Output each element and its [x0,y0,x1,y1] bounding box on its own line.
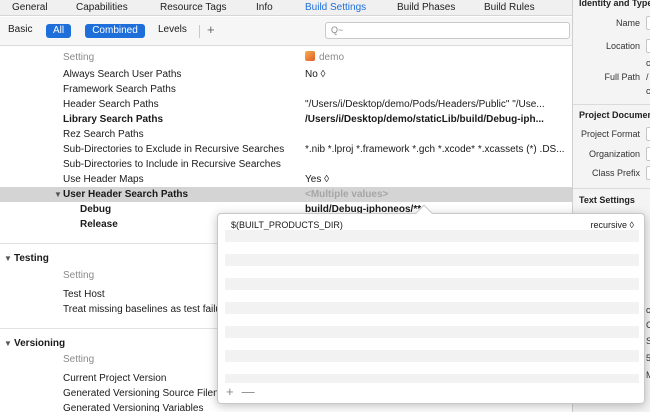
filter-bar: Basic All Combined Levels + Q~ [0,17,572,46]
setting-name: Rez Search Paths [63,129,144,140]
full-path-value: c [646,58,650,68]
disclosure-triangle-open-icon[interactable]: ▼ [4,250,12,267]
setting-value-popup[interactable]: No ◊ [305,67,565,82]
empty-row [225,266,639,278]
add-setting-button[interactable]: + [207,23,215,37]
text-settings-value: C [646,320,650,330]
empty-row [225,242,639,254]
setting-value[interactable]: "/Users/i/Desktop/demo/Pods/Headers/Publ… [305,97,565,112]
setting-row-user-header-search-paths[interactable]: ▼ User Header Search Paths <Multiple val… [0,187,572,202]
empty-row [225,302,639,314]
inspector-divider [573,188,650,189]
setting-row-rez-search-paths[interactable]: Rez Search Paths [0,127,572,142]
popover-footer: + — [226,385,263,399]
levels-view-button[interactable]: Levels [158,24,187,35]
setting-name: Framework Search Paths [63,84,176,95]
inspector-divider [573,104,650,105]
identity-section-title: Identity and Type [579,0,650,8]
section-title: Testing [14,253,49,264]
setting-name: Header Search Paths [63,99,159,110]
organization-label: Organization [588,149,640,159]
setting-name: Library Search Paths [63,114,164,125]
search-path-list: $(BUILT_PRODUCTS_DIR) recursive ◊ [225,218,639,383]
target-column-header: demo [305,50,565,65]
setting-value-popup[interactable]: Yes ◊ [305,172,565,187]
setting-name: User Header Search Paths [63,189,189,200]
basic-filter-button[interactable]: Basic [8,24,32,35]
full-path-value: c [646,86,650,96]
text-settings-title: Text Settings [579,195,635,205]
setting-row-use-header-maps[interactable]: Use Header Maps Yes ◊ [0,172,572,187]
project-document-title: Project Document [579,110,650,120]
full-path-label: Full Path [604,72,640,82]
text-settings-value: M [646,370,650,380]
search-path-row[interactable]: $(BUILT_PRODUCTS_DIR) recursive ◊ [225,218,639,230]
setting-row-always-search-user-paths[interactable]: Always Search User Paths No ◊ [0,67,572,82]
setting-name: Sub-Directories to Include in Recursive … [63,159,281,170]
empty-row [225,230,639,242]
setting-value[interactable]: /Users/i/Desktop/demo/staticLib/build/De… [305,112,565,127]
editor-tab-bar: General Capabilities Resource Tags Info … [0,0,572,16]
full-path-value: / [646,72,649,82]
tab-build-rules[interactable]: Build Rules [484,2,535,13]
tab-resource-tags[interactable]: Resource Tags [160,2,227,13]
recursive-popup[interactable]: recursive ◊ [591,220,634,230]
setting-row-library-search-paths[interactable]: Library Search Paths /Users/i/Desktop/de… [0,112,572,127]
tab-general[interactable]: General [12,2,48,13]
setting-value-multiple[interactable]: <Multiple values> [305,187,565,202]
setting-name: Use Header Maps [63,174,144,185]
setting-name: Sub-Directories to Exclude in Recursive … [63,144,285,155]
setting-row-exclude-subdirectories[interactable]: Sub-Directories to Exclude in Recursive … [0,142,572,157]
column-header: Setting demo [0,50,572,65]
empty-row [225,362,639,374]
empty-row [225,314,639,326]
tab-info[interactable]: Info [256,2,273,13]
tab-build-phases[interactable]: Build Phases [397,2,455,13]
empty-row [225,254,639,266]
class-prefix-label: Class Prefix [591,168,640,178]
project-format-popup[interactable] [646,127,650,141]
tab-capabilities[interactable]: Capabilities [76,2,128,13]
name-label: Name [615,18,640,28]
search-path-entry[interactable]: $(BUILT_PRODUCTS_DIR) [231,220,343,230]
setting-name: Always Search User Paths [63,69,182,80]
setting-row-framework-search-paths[interactable]: Framework Search Paths [0,82,572,97]
empty-row [225,290,639,302]
text-settings-value: 5 [646,353,650,363]
class-prefix-field[interactable] [646,166,650,180]
section-title: Versioning [14,338,66,349]
search-paths-popover: $(BUILT_PRODUCTS_DIR) recursive ◊ + — [217,204,645,404]
empty-row [225,374,639,383]
organization-field[interactable] [646,147,650,161]
search-icon: Q~ [331,25,344,35]
setting-row-header-search-paths[interactable]: Header Search Paths "/Users/i/Desktop/de… [0,97,572,112]
search-field[interactable]: Q~ [325,22,570,39]
all-filter-button[interactable]: All [46,24,71,38]
empty-row [225,338,639,350]
empty-row [225,278,639,290]
empty-row [225,350,639,362]
target-app-icon [305,51,315,61]
toolbar-divider [199,25,200,38]
setting-value[interactable]: *.nib *.lproj *.framework *.gch *.xcode*… [305,142,565,157]
setting-row-include-subdirectories[interactable]: Sub-Directories to Include in Recursive … [0,157,572,172]
tab-build-settings[interactable]: Build Settings [305,2,366,13]
location-popup[interactable] [646,39,650,53]
project-format-label: Project Format [580,129,640,139]
combined-view-button[interactable]: Combined [85,24,145,38]
text-settings-value: S [646,336,650,346]
location-label: Location [605,41,640,51]
add-path-button[interactable]: + [226,384,234,399]
disclosure-triangle-open-icon[interactable]: ▼ [54,187,62,202]
setting-column-header: Setting [63,52,95,63]
text-settings-value: c [646,305,650,315]
disclosure-triangle-open-icon[interactable]: ▼ [4,335,12,352]
empty-row [225,326,639,338]
remove-path-button[interactable]: — [242,384,255,399]
name-field[interactable] [646,16,650,30]
